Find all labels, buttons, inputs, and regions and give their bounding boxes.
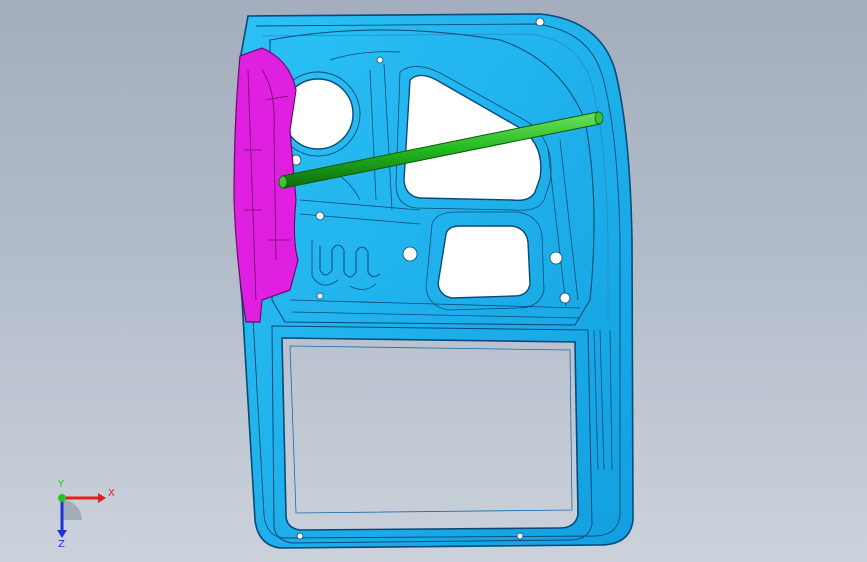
triad-z-label: Z [58,539,65,548]
window-frame-inner-rim [289,345,573,514]
cad-viewport[interactable]: X Y Z [0,0,867,562]
lower-access-opening [437,225,531,299]
triad-y-label: Y [57,479,65,490]
door-model[interactable] [0,0,867,562]
triad-x-label: X [108,488,115,499]
orientation-triad: X Y Z [57,479,115,548]
